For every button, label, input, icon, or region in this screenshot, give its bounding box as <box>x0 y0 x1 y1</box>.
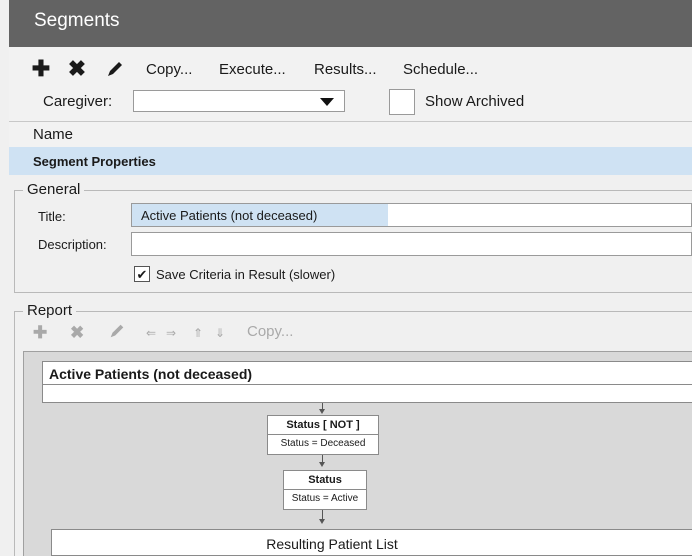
save-criteria-label: Save Criteria in Result (slower) <box>156 267 336 282</box>
report-legend: Report <box>23 302 77 319</box>
caregiver-label: Caregiver: <box>43 93 113 110</box>
segment-node[interactable]: Active Patients (not deceased) <box>42 361 692 403</box>
criteria-node-title: Status [ NOT ] <box>268 416 378 435</box>
criteria-node-status-not[interactable]: Status [ NOT ] Status = Deceased <box>267 415 379 455</box>
segment-properties-header: Segment Properties <box>9 147 692 175</box>
name-column-header[interactable]: Name <box>33 126 73 143</box>
show-archived-label: Show Archived <box>425 93 525 110</box>
segment-list-header: Name <box>9 121 692 147</box>
show-archived-checkbox[interactable] <box>389 89 415 115</box>
general-legend: General <box>23 181 85 198</box>
arrow-down-icon <box>319 409 325 414</box>
schedule-button[interactable]: Schedule... <box>403 61 478 78</box>
move-right-icon: ⇒ <box>166 326 177 340</box>
title-field[interactable]: Active Patients (not deceased) <box>131 203 692 227</box>
window-title: Segments <box>34 10 120 31</box>
resulting-patient-list-node[interactable]: Resulting Patient List <box>51 529 692 556</box>
segment-node-title: Active Patients (not deceased) <box>49 366 253 382</box>
criteria-node-detail: Status = Deceased <box>280 438 366 449</box>
criteria-node-title: Status <box>284 471 366 490</box>
resulting-patient-list-label: Resulting Patient List <box>266 536 398 552</box>
checkmark-icon: ✔ <box>136 266 148 282</box>
arrow-down-icon <box>319 519 325 524</box>
move-left-icon: ⇐ <box>146 326 157 340</box>
criteria-node-status[interactable]: Status Status = Active <box>283 470 367 510</box>
move-down-icon: ⇓ <box>215 326 226 340</box>
arrow-down-icon <box>319 462 325 467</box>
description-label: Description: <box>38 237 107 252</box>
window-titlebar: Segments <box>9 0 692 47</box>
execute-button[interactable]: Execute... <box>219 61 286 78</box>
description-field[interactable] <box>131 232 692 256</box>
delete-icon: ✖ <box>70 323 85 342</box>
title-value: Active Patients (not deceased) <box>141 208 318 223</box>
save-criteria-checkbox[interactable]: ✔ <box>134 266 150 282</box>
caregiver-select[interactable] <box>133 90 345 112</box>
chevron-down-icon[interactable] <box>320 98 334 106</box>
toolbar: ✚ ✖ Copy... Execute... Results... Schedu… <box>9 47 692 121</box>
delete-icon[interactable]: ✖ <box>66 56 88 81</box>
copy-button[interactable]: Copy... <box>146 61 192 78</box>
results-button[interactable]: Results... <box>314 61 377 78</box>
edit-pencil-icon[interactable] <box>104 58 126 80</box>
criteria-node-detail: Status = Active <box>291 493 359 504</box>
add-icon: ✚ <box>33 323 48 342</box>
report-copy-button: Copy... <box>247 323 294 340</box>
edit-pencil-icon <box>108 322 126 345</box>
title-label: Title: <box>38 209 66 224</box>
segment-properties-title: Segment Properties <box>33 154 156 169</box>
add-icon[interactable]: ✚ <box>30 56 52 81</box>
move-up-icon: ⇑ <box>193 326 204 340</box>
